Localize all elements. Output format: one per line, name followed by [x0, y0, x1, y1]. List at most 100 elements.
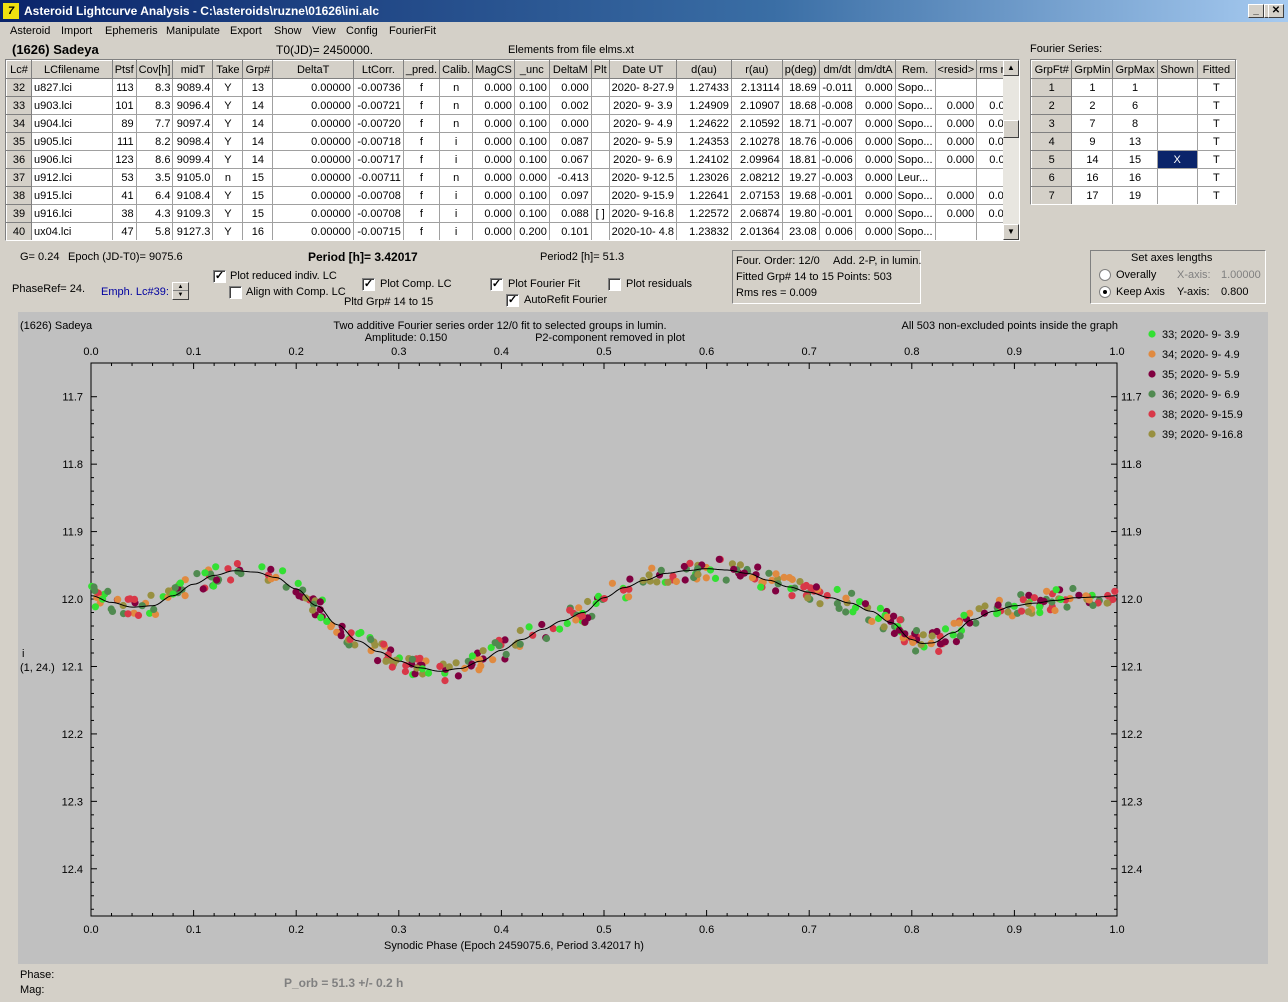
table-cell[interactable]: -0.00715 [352, 222, 404, 240]
table-cell[interactable]: 9097.4 [172, 114, 214, 133]
menu-import[interactable]: Import [61, 25, 92, 37]
table-cell[interactable]: -0.001 [818, 186, 856, 205]
table-cell[interactable]: 2020- 9- 4.9 [608, 114, 678, 133]
table-cell[interactable] [1156, 132, 1198, 151]
table-cell[interactable]: ux04.lci [30, 222, 113, 240]
table-cell[interactable]: 0.006 [818, 222, 856, 240]
table-cell[interactable]: 9099.4 [172, 150, 214, 169]
table-row[interactable]: 5 14 15 X T [1031, 150, 1236, 169]
table-cell[interactable]: 0.101 [548, 222, 592, 240]
table-row[interactable]: 7 17 19 T [1031, 186, 1236, 204]
table-cell[interactable]: 13 [242, 78, 274, 97]
table-cell[interactable]: 1.24909 [676, 96, 732, 115]
table-cell[interactable]: 0.100 [513, 186, 550, 205]
table-cell[interactable]: 0.100 [513, 114, 550, 133]
table-cell[interactable] [590, 168, 610, 187]
table-cell[interactable]: T [1196, 78, 1236, 97]
table-cell[interactable]: 16 [1071, 168, 1114, 187]
menu-export[interactable]: Export [230, 25, 262, 37]
row-header[interactable]: 38 [6, 186, 32, 205]
table-cell[interactable]: 9 [1071, 132, 1114, 151]
table-cell[interactable]: 0.097 [548, 186, 592, 205]
lc-col-header[interactable]: p(deg) [781, 60, 820, 79]
table-cell[interactable]: f [402, 222, 441, 240]
table-cell[interactable]: 2020- 9- 6.9 [608, 150, 678, 169]
menu-view[interactable]: View [312, 25, 336, 37]
table-cell[interactable]: T [1196, 186, 1236, 204]
table-cell[interactable]: f [402, 78, 441, 97]
table-cell[interactable]: 0.000 [934, 150, 978, 169]
table-cell[interactable]: X [1156, 150, 1198, 169]
period2-label[interactable]: Period2 [h]= 51.3 [540, 251, 624, 263]
table-cell[interactable]: 15 [242, 186, 274, 205]
table-cell[interactable]: 4.3 [135, 204, 174, 223]
table-cell[interactable]: 19.27 [781, 168, 820, 187]
scroll-thumb[interactable] [1003, 120, 1019, 138]
table-cell[interactable] [590, 78, 610, 97]
table-cell[interactable]: 8.6 [135, 150, 174, 169]
lc-col-header[interactable]: DeltaM [548, 60, 592, 79]
table-cell[interactable]: 1.27433 [676, 78, 732, 97]
table-cell[interactable]: 0.000 [472, 114, 515, 133]
table-cell[interactable]: 14 [1071, 150, 1114, 169]
table-cell[interactable]: T [1196, 168, 1236, 187]
table-cell[interactable]: 38 [111, 204, 137, 223]
table-cell[interactable]: 2.08212 [730, 168, 783, 187]
table-cell[interactable]: 9127.3 [172, 222, 214, 240]
row-header[interactable]: 5 [1031, 150, 1073, 169]
lc-col-header[interactable]: dm/dtA [854, 60, 896, 79]
table-cell[interactable]: f [402, 186, 441, 205]
table-cell[interactable]: 2 [1071, 96, 1114, 115]
table-row[interactable]: 36 u906.lci 123 8.6 9099.4 Y 14 0.00000 -0.00717… [6, 150, 1019, 169]
table-cell[interactable]: -0.006 [818, 150, 856, 169]
table-cell[interactable]: 0.200 [513, 222, 550, 240]
table-cell[interactable]: 0.000 [548, 78, 592, 97]
row-header[interactable]: 4 [1031, 132, 1073, 151]
table-cell[interactable]: f [402, 150, 441, 169]
table-cell[interactable]: 1.22641 [676, 186, 732, 205]
table-cell[interactable]: 0.00000 [272, 204, 354, 223]
table-cell[interactable]: 0.000 [934, 114, 978, 133]
table-cell[interactable]: 0.000 [934, 204, 978, 223]
table-cell[interactable] [590, 222, 610, 240]
table-cell[interactable]: 2.07153 [730, 186, 783, 205]
table-cell[interactable]: i [439, 222, 474, 240]
table-cell[interactable]: 0.000 [513, 168, 550, 187]
table-cell[interactable]: 0.000 [472, 96, 515, 115]
table-cell[interactable]: 0.000 [854, 96, 896, 115]
table-cell[interactable]: 2.10278 [730, 132, 783, 151]
table-row[interactable]: 34 u904.lci 89 7.7 9097.4 Y 14 0.00000 -0.00720 f… [6, 114, 1019, 133]
table-cell[interactable]: Y [212, 186, 244, 205]
table-cell[interactable]: 14 [242, 150, 274, 169]
plot-reduced-checkbox[interactable]: ✓ [213, 270, 226, 283]
table-cell[interactable]: 7 [1071, 114, 1114, 133]
close-button[interactable]: ✕ [1268, 4, 1284, 18]
table-cell[interactable]: -0.001 [818, 204, 856, 223]
menu-config[interactable]: Config [346, 25, 378, 37]
table-cell[interactable]: n [439, 96, 474, 115]
table-cell[interactable]: 2020- 8-27.9 [608, 78, 678, 97]
table-cell[interactable]: 8.3 [135, 96, 174, 115]
table-cell[interactable]: Y [212, 204, 244, 223]
table-cell[interactable]: u912.lci [30, 168, 113, 187]
table-row[interactable]: 38 u915.lci 41 6.4 9108.4 Y 15 0.00000 -0.00708 f… [6, 186, 1019, 205]
table-cell[interactable]: 53 [111, 168, 137, 187]
row-header[interactable]: 7 [1031, 186, 1073, 204]
table-cell[interactable]: 15 [242, 168, 274, 187]
table-cell[interactable]: 1.24102 [676, 150, 732, 169]
table-cell[interactable]: 19.80 [781, 204, 820, 223]
table-cell[interactable]: -0.008 [818, 96, 856, 115]
table-cell[interactable]: 1.23026 [676, 168, 732, 187]
table-cell[interactable] [934, 168, 978, 187]
table-cell[interactable] [590, 114, 610, 133]
table-cell[interactable] [934, 78, 978, 97]
fourier-col-header[interactable]: GrpFt# [1031, 60, 1073, 79]
table-cell[interactable]: [ ] [590, 204, 610, 223]
table-cell[interactable]: 18.69 [781, 78, 820, 97]
table-cell[interactable]: 0.100 [513, 78, 550, 97]
yaxis-value[interactable]: 0.800 [1221, 286, 1249, 298]
table-cell[interactable]: -0.00708 [352, 204, 404, 223]
table-cell[interactable]: 9108.4 [172, 186, 214, 205]
table-cell[interactable] [590, 96, 610, 115]
table-cell[interactable]: 16 [1112, 168, 1158, 187]
